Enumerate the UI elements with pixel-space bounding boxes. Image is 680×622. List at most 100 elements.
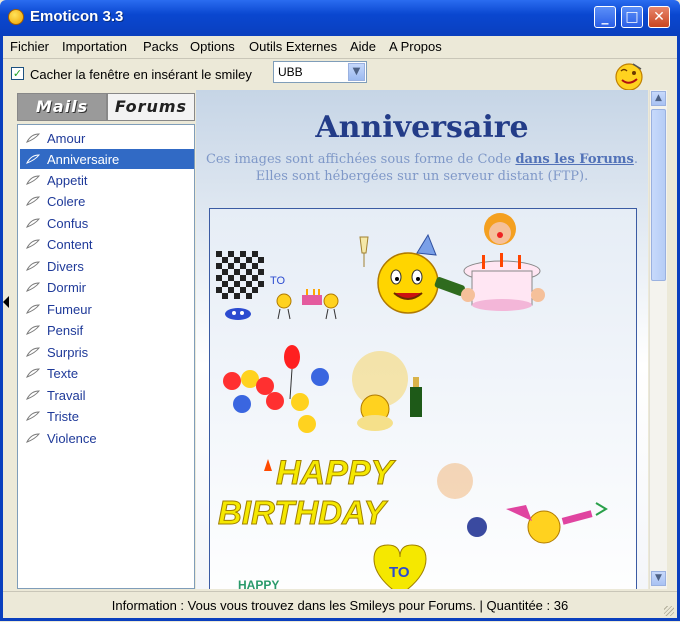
minimize-icon: _ (601, 9, 609, 25)
feather-icon (26, 175, 40, 185)
category-label: Content (47, 237, 93, 252)
category-label: Fumeur (47, 302, 92, 317)
list-item[interactable]: Divers (20, 256, 194, 276)
category-label: Divers (47, 259, 84, 274)
list-item[interactable]: Pensif (20, 320, 194, 340)
menu-fichier[interactable]: Fichier (10, 39, 49, 54)
category-label: Pensif (47, 323, 84, 338)
maximize-button[interactable]: □ (621, 6, 643, 28)
menu-a-propos[interactable]: A Propos (389, 39, 442, 54)
vertical-scrollbar[interactable]: ▲ ▼ (649, 90, 667, 589)
list-item[interactable]: Travail (20, 385, 194, 405)
gallery-canvas: TO HAPPY BIRTHDAY TO HAPPY (212, 213, 608, 589)
smiley-champagne[interactable] (359, 233, 466, 314)
menu-importation[interactable]: Importation (62, 39, 127, 54)
list-item[interactable]: Fumeur (20, 299, 194, 319)
category-label: Amour (47, 131, 86, 146)
smiley-clown-cake[interactable] (461, 213, 545, 311)
smiley-checkered[interactable] (212, 249, 264, 320)
list-item[interactable]: Triste (20, 406, 194, 426)
smiley-gallery: TO HAPPY BIRTHDAY TO HAPPY (209, 208, 637, 589)
feather-icon (26, 390, 40, 400)
smiley-champagne-burst[interactable] (352, 351, 422, 431)
smiley-party-group[interactable] (223, 345, 329, 433)
chevron-down-icon[interactable]: ▼ (348, 63, 365, 81)
format-select[interactable]: UBB ▼ (273, 61, 367, 83)
hide-window-checkbox[interactable]: ✓ (11, 67, 24, 80)
menu-packs[interactable]: Packs (143, 39, 178, 54)
list-item[interactable]: Dormir (20, 277, 194, 297)
category-label: Surpris (47, 345, 89, 360)
menu-outils-externes[interactable]: Outils Externes (249, 39, 337, 54)
to-badge-text: TO (389, 564, 410, 581)
category-label: Travail (47, 388, 86, 403)
desc-suffix: . (633, 152, 639, 167)
close-button[interactable]: ✕ (648, 6, 670, 28)
content-pane: Anniversaire Ces images sont affichées s… (196, 90, 648, 589)
close-icon: ✕ (653, 9, 665, 25)
category-label: Confus (47, 216, 89, 231)
category-list[interactable]: Amour Anniversaire Appetit Colere Confus… (17, 124, 195, 589)
birthday-text: BIRTHDAY (218, 494, 388, 531)
feather-icon (26, 133, 40, 143)
feather-icon (26, 218, 40, 228)
list-item[interactable]: Surpris (20, 342, 194, 362)
list-item[interactable]: Colere (20, 191, 194, 211)
menu-options[interactable]: Options (190, 39, 235, 54)
category-label: Appetit (47, 173, 88, 188)
desc-prefix: Ces images sont affichées sous forme de … (205, 152, 516, 167)
desc-line2: Elles sont hébergées sur un serveur dist… (255, 169, 589, 184)
scroll-up-button[interactable]: ▲ (651, 91, 666, 106)
page-description: Ces images sont affichées sous forme de … (196, 151, 648, 185)
scroll-thumb[interactable] (651, 109, 666, 281)
smiley-fireworks[interactable] (437, 463, 487, 537)
list-item-selected[interactable]: Anniversaire (20, 149, 194, 169)
happy-birthday-banner[interactable]: HAPPY BIRTHDAY (218, 454, 397, 532)
feather-icon (26, 304, 40, 314)
list-item[interactable]: Violence (20, 428, 194, 448)
maximize-icon: □ (625, 9, 639, 25)
feather-icon (26, 433, 40, 443)
tab-mails[interactable]: Mails (17, 93, 107, 121)
happy-partial-text[interactable]: HAPPY (238, 578, 279, 589)
app-smiley-icon (8, 9, 24, 25)
feather-icon (26, 154, 40, 164)
feather-icon (26, 368, 40, 378)
status-text: Information : Vous vous trouvez dans les… (111, 598, 569, 613)
feather-icon (26, 282, 40, 292)
feather-icon (26, 411, 40, 421)
page-title: Anniversaire (315, 110, 529, 145)
smiley-party-horn[interactable] (506, 502, 608, 544)
scroll-down-button[interactable]: ▼ (651, 571, 666, 586)
format-select-value: UBB (278, 65, 303, 79)
category-label: Colere (47, 194, 86, 209)
status-bar: Information : Vous vous trouvez dans les… (0, 591, 680, 622)
smiley-to-heart[interactable]: TO (373, 544, 427, 589)
window-title: Emoticon 3.3 (30, 8, 124, 25)
tab-forums[interactable]: Forums (107, 93, 195, 121)
list-item[interactable]: Amour (20, 128, 194, 148)
list-item[interactable]: Appetit (20, 170, 194, 190)
menu-aide[interactable]: Aide (350, 39, 376, 54)
list-item[interactable]: Texte (20, 363, 194, 383)
category-label: Anniversaire (47, 152, 120, 167)
winking-smiley-icon (615, 63, 643, 91)
tab-strip: Mails Forums (17, 93, 195, 121)
feather-icon (26, 239, 40, 249)
feather-icon (26, 196, 40, 206)
list-item[interactable]: Confus (20, 213, 194, 233)
feather-icon (26, 261, 40, 271)
category-label: Violence (47, 431, 97, 446)
title-bar[interactable]: Emoticon 3.3 _ □ ✕ (0, 0, 680, 36)
list-item[interactable]: Content (20, 234, 194, 254)
collapse-arrow-icon[interactable] (3, 296, 9, 308)
hide-window-label[interactable]: Cacher la fenêtre en insérant le smiley (30, 67, 252, 82)
to-label: TO (270, 275, 286, 287)
category-label: Dormir (47, 280, 86, 295)
menu-bar: Fichier Importation Packs Options Outils… (0, 36, 680, 59)
smiley-to-cake[interactable]: TO (270, 275, 339, 320)
category-label: Texte (47, 366, 79, 381)
resize-grip-icon[interactable] (664, 606, 674, 616)
forums-link[interactable]: dans les Forums (515, 152, 633, 167)
minimize-button[interactable]: _ (594, 6, 616, 28)
